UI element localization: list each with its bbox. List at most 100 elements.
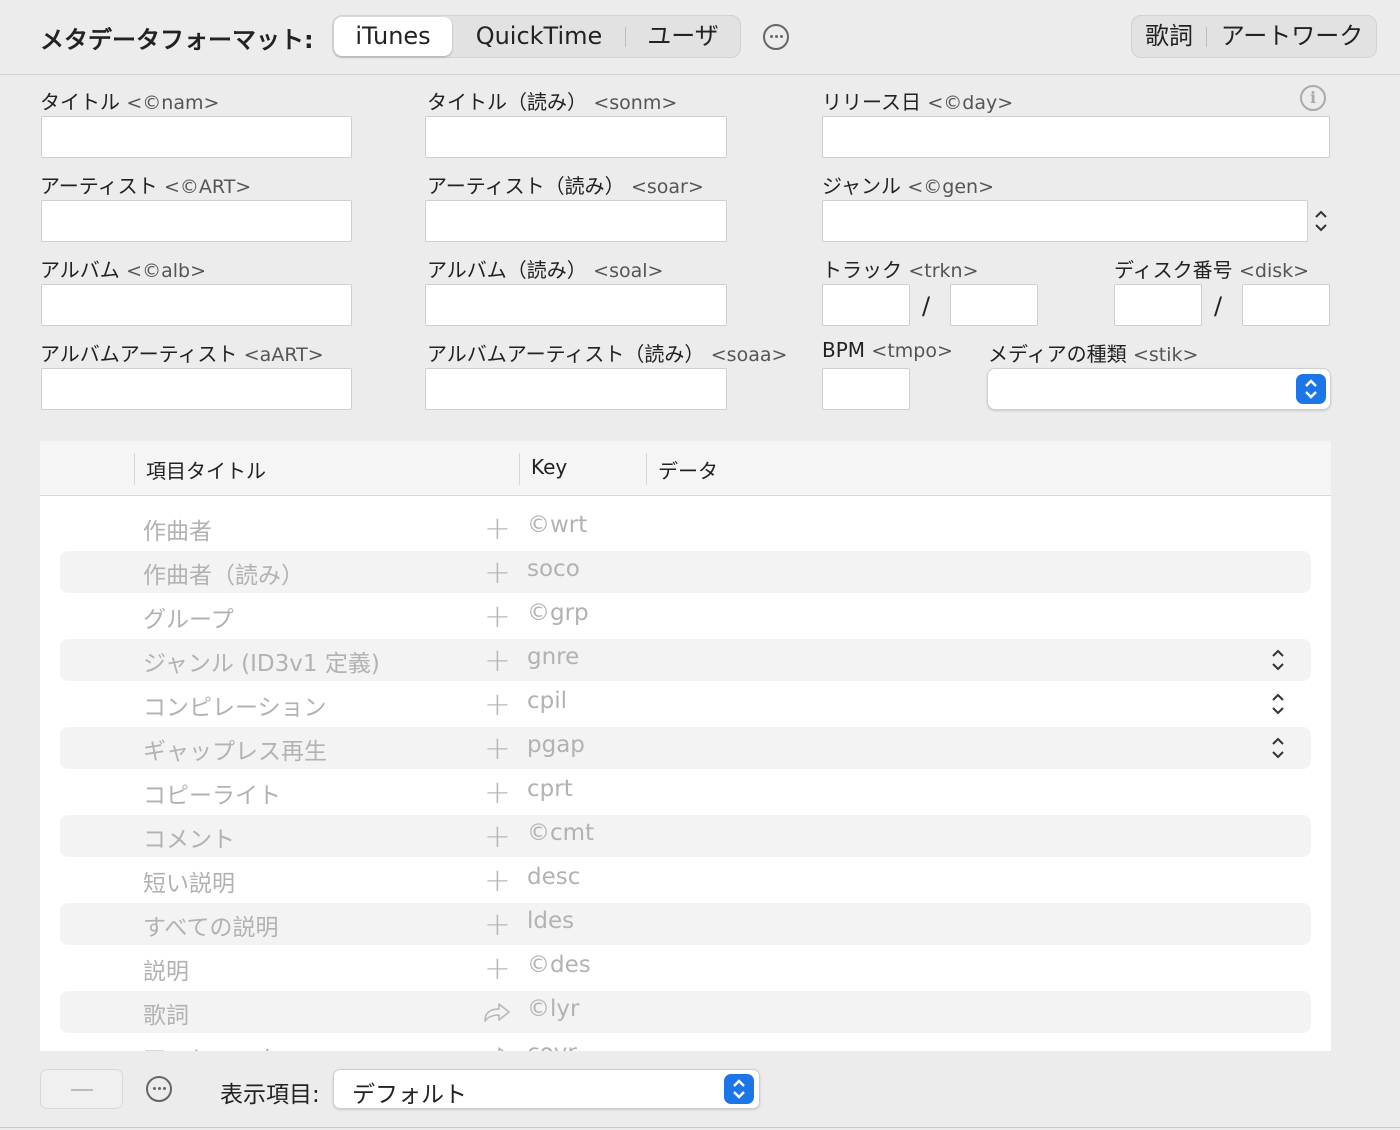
window-bottom-edge (0, 1127, 1400, 1128)
table-row[interactable]: コンピレーション + cpil (60, 683, 1311, 725)
disk-slash: / (1214, 292, 1223, 320)
title-label-text: タイトル (40, 90, 120, 114)
add-icon[interactable]: + (484, 551, 511, 593)
add-icon[interactable]: + (484, 815, 511, 857)
chevron-up-down-icon[interactable] (1270, 735, 1286, 761)
release-date-field[interactable] (822, 116, 1330, 158)
table-row[interactable]: アートワーク covr (60, 1035, 1311, 1051)
release-date-label-text: リリース日 (822, 90, 921, 114)
column-header-key[interactable]: Key (531, 455, 567, 479)
column-header-item-title[interactable]: 項目タイトル (146, 455, 266, 484)
add-icon[interactable]: + (484, 727, 511, 769)
table-row[interactable]: 作曲者（読み） + soco (60, 551, 1311, 593)
bottom-more-options-icon[interactable] (146, 1076, 172, 1102)
media-kind-label-text: メディアの種類 (988, 342, 1127, 366)
column-header-data[interactable]: データ (658, 455, 718, 484)
tab-user[interactable]: ユーザ (627, 17, 739, 56)
track-slash: / (922, 292, 931, 320)
segment-divider (625, 27, 626, 47)
table-row[interactable]: 作曲者 + ©wrt (60, 507, 1311, 549)
genre-label: ジャンル <©gen> (822, 170, 994, 199)
genre-combo-field[interactable] (822, 200, 1308, 242)
add-icon[interactable]: + (484, 903, 511, 945)
add-icon[interactable]: + (484, 859, 511, 901)
share-arrow-icon[interactable] (482, 1000, 512, 1024)
disk-total-field[interactable] (1242, 284, 1330, 326)
album-sort-field[interactable] (425, 284, 727, 326)
title-sort-label-text: タイトル（読み） (427, 90, 587, 114)
artwork-button[interactable]: アートワーク (1208, 16, 1376, 57)
display-items-popup[interactable]: デフォルト (333, 1069, 760, 1109)
album-sort-tag: <soal> (593, 260, 664, 282)
artist-field[interactable] (41, 200, 352, 242)
track-total-field[interactable] (950, 284, 1038, 326)
disk-number-field[interactable] (1114, 284, 1202, 326)
add-icon[interactable]: + (484, 683, 511, 725)
title-label: タイトル <©nam> (40, 86, 219, 115)
info-icon[interactable]: i (1300, 85, 1326, 111)
chevron-up-down-icon[interactable] (1270, 691, 1286, 717)
row-key: ©wrt (527, 512, 588, 538)
row-title: ジャンル (ID3v1 定義) (143, 651, 380, 677)
table-header: 項目タイトル Key データ (40, 441, 1331, 496)
table-row[interactable]: すべての説明 + ldes (60, 903, 1311, 945)
share-arrow-icon[interactable] (482, 1044, 512, 1051)
row-title: グループ (143, 607, 234, 633)
bpm-label: BPM <tmpo> (822, 338, 953, 362)
title-sort-tag: <sonm> (593, 92, 678, 114)
add-icon[interactable]: + (484, 507, 511, 549)
title-field[interactable] (41, 116, 352, 158)
bpm-field[interactable] (822, 368, 910, 410)
disk-label: ディスク番号 <disk> (1114, 254, 1309, 283)
genre-stepper-icon[interactable] (1314, 207, 1328, 235)
row-title: コンピレーション (143, 695, 327, 721)
add-icon[interactable]: + (484, 947, 511, 989)
display-items-label: 表示項目: (220, 1082, 320, 1108)
album-field[interactable] (41, 284, 352, 326)
artist-sort-tag: <soar> (630, 176, 704, 198)
table-row[interactable]: ギャップレス再生 + pgap (60, 727, 1311, 769)
album-artist-field[interactable] (41, 368, 352, 410)
artist-sort-label: アーティスト（読み） <soar> (427, 170, 704, 199)
row-key: ©grp (527, 600, 589, 626)
column-separator (646, 453, 647, 485)
add-icon[interactable]: + (484, 639, 511, 681)
remove-button[interactable] (40, 1069, 123, 1109)
table-row[interactable]: コピーライト + cprt (60, 771, 1311, 813)
chevron-up-down-icon (733, 1079, 745, 1099)
album-artist-sort-field[interactable] (425, 368, 727, 410)
add-icon[interactable]: + (484, 595, 511, 637)
track-tag: <trkn> (908, 260, 979, 282)
disk-tag: <disk> (1238, 260, 1310, 282)
tab-itunes[interactable]: iTunes (334, 17, 452, 56)
album-label-text: アルバム (40, 258, 120, 282)
row-key: soco (527, 556, 580, 582)
track-label-text: トラック (822, 258, 902, 282)
table-row[interactable]: 歌詞 ©lyr (60, 991, 1311, 1033)
more-options-icon[interactable] (763, 24, 789, 50)
album-artist-label-text: アルバムアーティスト (40, 342, 238, 366)
row-title: すべての説明 (143, 915, 279, 941)
table-row[interactable]: グループ + ©grp (60, 595, 1311, 637)
chevron-up-down-icon[interactable] (1270, 647, 1286, 673)
row-key: ©lyr (527, 996, 580, 1022)
table-row[interactable]: コメント + ©cmt (60, 815, 1311, 857)
toolbar: メタデータフォーマット: iTunes QuickTime ユーザ 歌詞 アート… (0, 0, 1400, 75)
title-tag: <©nam> (126, 92, 220, 114)
title-sort-field[interactable] (425, 116, 727, 158)
add-icon[interactable]: + (484, 771, 511, 813)
table-row[interactable]: ジャンル (ID3v1 定義) + gnre (60, 639, 1311, 681)
table-row[interactable]: 説明 + ©des (60, 947, 1311, 989)
track-number-field[interactable] (822, 284, 910, 326)
row-key: cprt (527, 776, 573, 802)
artist-sort-field[interactable] (425, 200, 727, 242)
album-artist-tag: <aART> (243, 344, 324, 366)
row-title: 歌詞 (143, 1003, 189, 1029)
artist-label: アーティスト <©ART> (40, 170, 251, 199)
tab-quicktime[interactable]: QuickTime (455, 17, 623, 56)
popup-stepper (1296, 374, 1326, 404)
row-title: アートワーク (143, 1040, 280, 1051)
lyrics-button[interactable]: 歌詞 (1132, 16, 1206, 57)
table-row[interactable]: 短い説明 + desc (60, 859, 1311, 901)
media-kind-popup[interactable] (987, 368, 1331, 410)
